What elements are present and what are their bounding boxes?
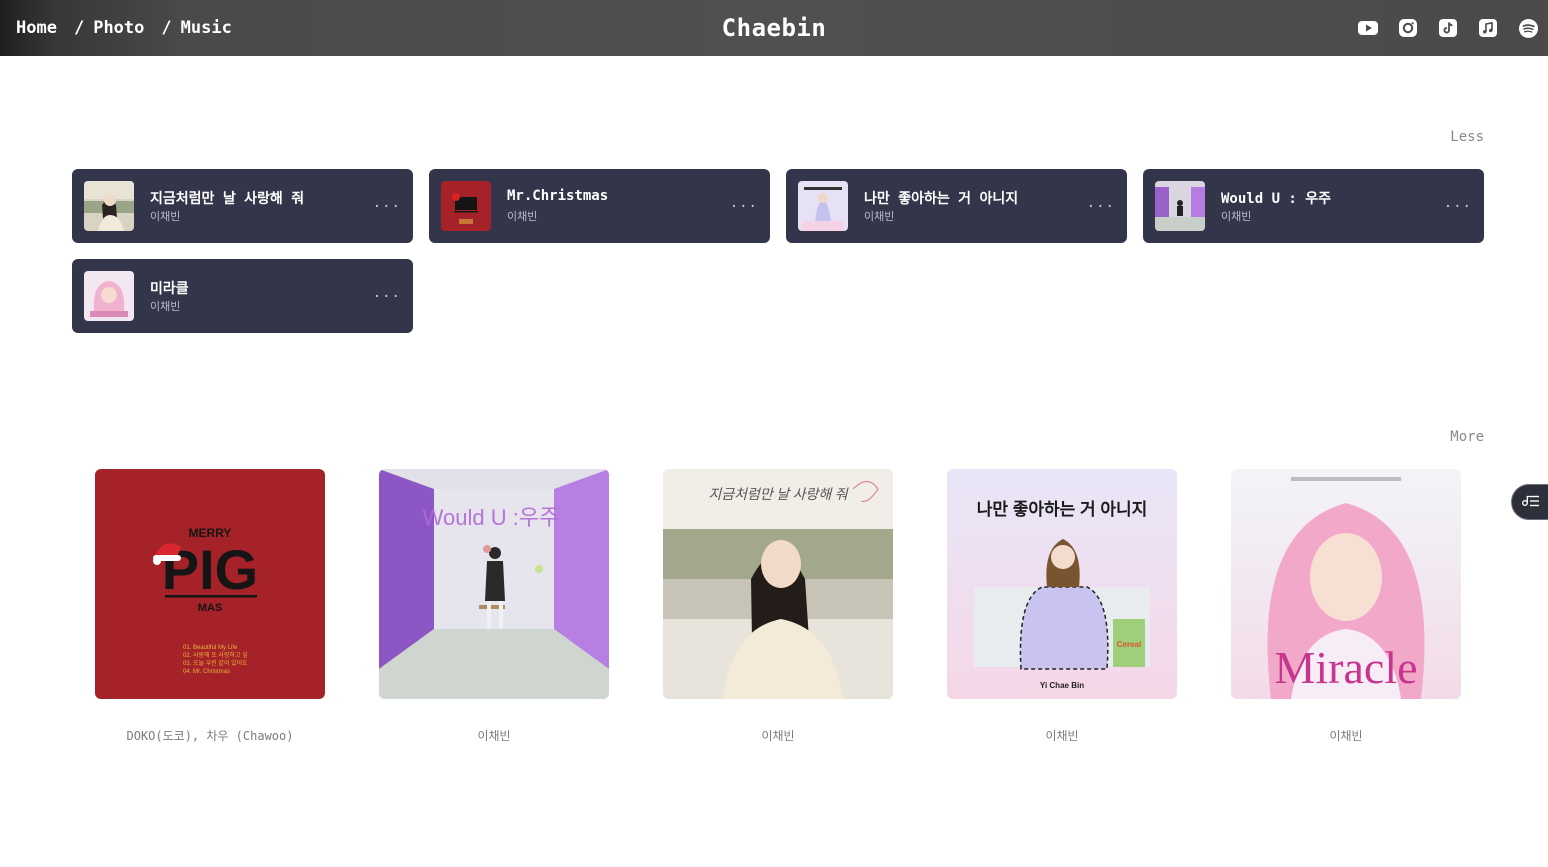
album-cover: MERRY PIG MAS 01. Beautiful My Life 02. … bbox=[95, 469, 325, 699]
track-more-button[interactable]: ... bbox=[373, 285, 401, 301]
album-card[interactable]: Would U :우주 이채빈 bbox=[379, 469, 609, 744]
playlist-icon bbox=[1521, 493, 1539, 512]
cover-artist-text: Yi Chae Bin bbox=[1040, 681, 1084, 690]
album-artist: 이채빈 bbox=[477, 729, 511, 743]
track-title: Would U : 우주 bbox=[1221, 191, 1332, 207]
track-thumbnail bbox=[84, 181, 134, 231]
breadcrumb-separator: / bbox=[73, 18, 85, 38]
track-more-button[interactable]: ... bbox=[730, 195, 758, 211]
track-thumbnail bbox=[84, 271, 134, 321]
track-artist: 이채빈 bbox=[1221, 210, 1252, 223]
tiktok-icon[interactable] bbox=[1438, 18, 1458, 38]
album-artist: DOKO(도코), 차우 (Chawoo) bbox=[126, 729, 294, 743]
track-title: 나만 좋아하는 거 아니지 bbox=[864, 191, 1019, 207]
nav-home-link[interactable]: Home bbox=[16, 18, 57, 38]
album-cover: 나만 좋아하는 거 아니지 Cereal Yi Chae Bin bbox=[947, 469, 1177, 699]
breadcrumb-separator: / bbox=[161, 18, 172, 38]
track-title: Mr.Christmas bbox=[507, 188, 609, 204]
track-card[interactable]: Would U : 우주 이채빈 ... bbox=[1143, 169, 1484, 243]
svg-text:02. 사랑해 또 사랑하고 싶: 02. 사랑해 또 사랑하고 싶 bbox=[183, 651, 248, 659]
album-artist: 이채빈 bbox=[1329, 729, 1363, 743]
track-artist: 이채빈 bbox=[150, 210, 181, 223]
svg-text:01. Beautiful My Life: 01. Beautiful My Life bbox=[183, 645, 238, 651]
less-toggle-link[interactable]: Less bbox=[1450, 129, 1484, 145]
breadcrumb: Home / Photo / Music bbox=[16, 0, 232, 56]
nav-photo-link[interactable]: Photo bbox=[93, 18, 144, 38]
track-artist: 이채빈 bbox=[507, 210, 538, 223]
track-title: 미라클 bbox=[150, 281, 189, 297]
svg-text:03. 오늘 우린 같이 있어도: 03. 오늘 우린 같이 있어도 bbox=[183, 659, 248, 667]
cover-title: 나만 좋아하는 거 아니지 bbox=[977, 500, 1148, 519]
album-card[interactable]: MERRY PIG MAS 01. Beautiful My Life 02. … bbox=[95, 469, 325, 744]
track-artist: 이채빈 bbox=[150, 300, 181, 313]
playlist-toggle-button[interactable] bbox=[1511, 484, 1548, 520]
cover-cereal-text: Cereal bbox=[1117, 640, 1141, 649]
album-card[interactable]: Miracle 이채빈 bbox=[1231, 469, 1461, 744]
cover-text-mas: MAS bbox=[198, 602, 222, 614]
track-artist: 이채빈 bbox=[864, 210, 895, 223]
top-nav-bar: Home / Photo / Music Chaebin bbox=[0, 0, 1548, 56]
site-brand-title: Chaebin bbox=[721, 14, 827, 42]
instagram-icon[interactable] bbox=[1398, 18, 1418, 38]
apple-music-icon[interactable] bbox=[1478, 18, 1498, 38]
album-cover: 지금처럼만 날 사랑해 줘 bbox=[663, 469, 893, 699]
more-toggle-link[interactable]: More bbox=[1450, 429, 1484, 445]
cover-title: 지금처럼만 날 사랑해 줘 bbox=[708, 487, 848, 503]
album-artist: 이채빈 bbox=[761, 729, 795, 743]
youtube-icon[interactable] bbox=[1358, 18, 1378, 38]
album-card[interactable]: 나만 좋아하는 거 아니지 Cereal Yi Chae Bin 이채빈 bbox=[947, 469, 1177, 744]
track-more-button[interactable]: ... bbox=[1444, 195, 1472, 211]
album-cover: Would U :우주 bbox=[379, 469, 609, 699]
spotify-icon[interactable] bbox=[1518, 18, 1538, 38]
track-card[interactable]: 나만 좋아하는 거 아니지 이채빈 ... bbox=[786, 169, 1127, 243]
track-thumbnail bbox=[798, 181, 848, 231]
album-artist: 이채빈 bbox=[1045, 729, 1079, 743]
album-card[interactable]: 지금처럼만 날 사랑해 줘 이채빈 bbox=[663, 469, 893, 744]
album-cover: Miracle bbox=[1231, 469, 1461, 699]
track-thumbnail bbox=[1155, 181, 1205, 231]
track-more-button[interactable]: ... bbox=[373, 195, 401, 211]
track-card[interactable]: 지금처럼만 날 사랑해 줘 이채빈 ... bbox=[72, 169, 413, 243]
track-card[interactable]: Mr.Christmas 이채빈 ... bbox=[429, 169, 770, 243]
cover-title: Miracle bbox=[1274, 642, 1417, 693]
track-thumbnail bbox=[441, 181, 491, 231]
track-title: 지금처럼만 날 사랑해 줘 bbox=[150, 191, 305, 207]
track-card[interactable]: 미라클 이채빈 ... bbox=[72, 259, 413, 333]
nav-music-link[interactable]: Music bbox=[181, 18, 232, 38]
social-links bbox=[1358, 18, 1538, 38]
svg-text:04. Mr. Christmas: 04. Mr. Christmas bbox=[183, 669, 230, 675]
track-more-button[interactable]: ... bbox=[1087, 195, 1115, 211]
cover-title: Would U :우주 bbox=[423, 505, 560, 530]
